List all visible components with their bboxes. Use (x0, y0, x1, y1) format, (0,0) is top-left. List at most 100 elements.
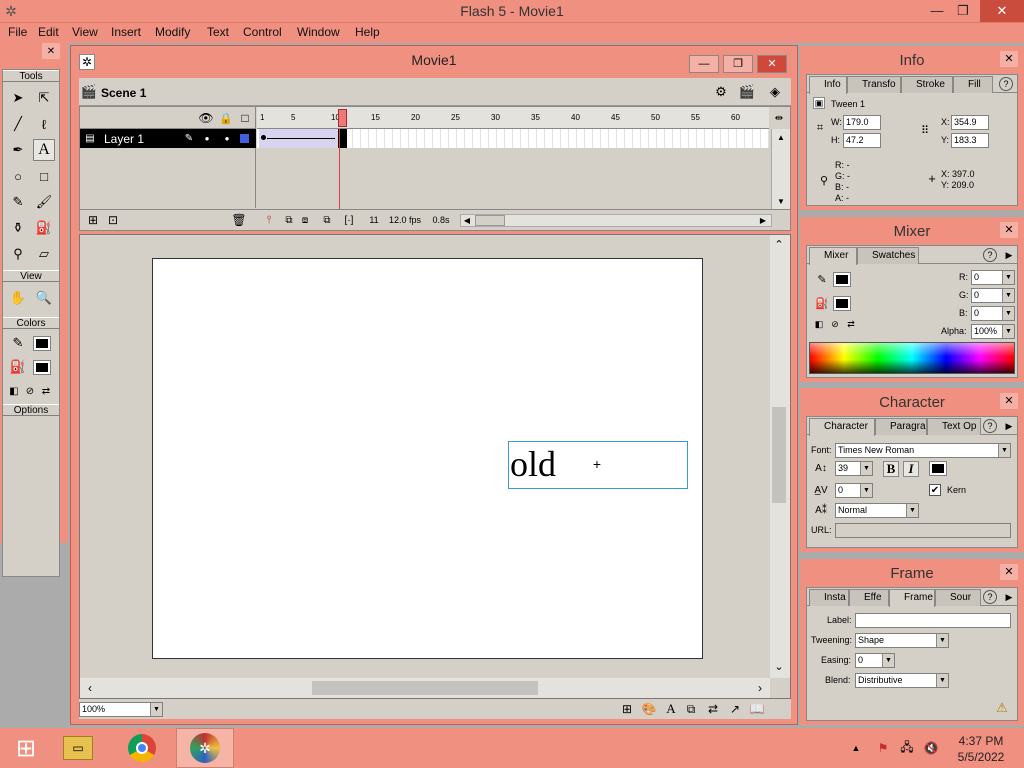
library-launcher-icon[interactable]: 📖 (749, 701, 765, 717)
frame-ruler[interactable]: 1 5 10 15 20 25 30 35 40 45 50 55 60 (257, 107, 769, 129)
clock-date[interactable]: 5/5/2022 (948, 750, 1014, 764)
close-button[interactable]: ✕ (980, 0, 1024, 22)
timeline-vscrollbar[interactable]: ▲ ▼ (771, 129, 790, 209)
center-frame-icon[interactable]: ⫯ (262, 213, 276, 227)
rectangle-tool-icon[interactable]: □ (33, 165, 55, 187)
tracking-field[interactable]: 0 ▼ (835, 483, 873, 498)
mixer-r-field[interactable]: 0 ▼ (971, 270, 1015, 285)
panel-menu-icon[interactable]: ▶ (1003, 590, 1015, 604)
mixer-launcher-icon[interactable]: 🎨 (641, 701, 657, 717)
mixer-panel-close-icon[interactable]: ✕ (1000, 222, 1018, 238)
stage-vscrollbar[interactable]: ⌃ ⌄ (770, 235, 790, 678)
blend-select[interactable]: Distributive ▼ (855, 673, 949, 688)
scroll-right-icon[interactable]: ▶ (757, 215, 769, 226)
modify-onion-markers-icon[interactable]: [·] (342, 213, 356, 227)
add-guide-layer-icon[interactable]: ⊡ (106, 213, 120, 227)
tab-stroke[interactable]: Stroke (901, 76, 953, 93)
stage-hscrollbar[interactable]: ‹ › (80, 678, 770, 698)
stroke-color-swatch[interactable] (33, 336, 51, 351)
help-icon[interactable]: ? (983, 590, 997, 604)
default-colors-icon[interactable]: ◧ (813, 318, 825, 330)
width-field[interactable]: 179.0 (843, 115, 881, 130)
bold-button[interactable]: B (883, 461, 899, 477)
panel-menu-icon[interactable]: ▶ (1003, 248, 1015, 262)
movie-close-button[interactable]: ✕ (757, 55, 787, 73)
easing-field[interactable]: 0 ▼ (855, 653, 895, 668)
text-selection-box[interactable]: old + (508, 441, 688, 489)
mixer-stroke-swatch[interactable] (833, 272, 851, 287)
menu-file[interactable]: File (8, 25, 27, 39)
info-launcher-icon[interactable]: ⊞ (619, 701, 635, 717)
menu-control[interactable]: Control (243, 25, 282, 39)
help-icon[interactable]: ? (983, 248, 997, 262)
shape-tween-span[interactable] (259, 129, 339, 148)
stage-text[interactable]: old (510, 444, 556, 484)
no-color-icon[interactable]: ⊘ (829, 318, 841, 330)
tab-character[interactable]: Character (809, 418, 875, 436)
swap-colors-icon[interactable]: ⇄ (845, 318, 857, 330)
subselect-tool-icon[interactable]: ⇱ (33, 87, 55, 109)
eraser-tool-icon[interactable]: ▱ (33, 243, 55, 265)
info-panel-close-icon[interactable]: ✕ (1000, 51, 1018, 67)
font-select[interactable]: Times New Roman ▼ (835, 443, 1011, 458)
tab-fill[interactable]: Fill (953, 76, 993, 93)
volume-muted-icon[interactable]: 🔇 (922, 740, 940, 756)
paint-bucket-tool-icon[interactable]: ⛽ (33, 217, 55, 239)
mixer-b-field[interactable]: 0 ▼ (971, 306, 1015, 321)
tab-swatches[interactable]: Swatches (857, 247, 919, 264)
menu-view[interactable]: View (72, 25, 98, 39)
brush-tool-icon[interactable]: 🖌 (33, 191, 55, 213)
timeline-menu-icon[interactable]: ⇹ (770, 109, 788, 127)
tab-transform[interactable]: Transfo (847, 76, 901, 93)
lasso-tool-icon[interactable]: ℓ (33, 113, 55, 135)
onion-skin-icon[interactable]: ⧉ (282, 213, 296, 227)
baseline-select[interactable]: Normal ▼ (835, 503, 919, 518)
edit-symbols-icon[interactable]: 🎬 (737, 82, 757, 102)
help-icon[interactable]: ? (999, 77, 1013, 91)
menu-help[interactable]: Help (355, 25, 380, 39)
pencil-tool-icon[interactable]: ✎ (7, 191, 29, 213)
outline-icon[interactable]: □ (238, 111, 252, 125)
stage-scroll-up-icon[interactable]: ⌃ (772, 238, 786, 251)
tray-chevron-up-icon[interactable]: ▲ (850, 742, 862, 754)
tab-paragraph[interactable]: Paragra (875, 418, 927, 435)
taskbar-chrome[interactable] (116, 728, 168, 768)
frame-panel-close-icon[interactable]: ✕ (1000, 564, 1018, 580)
hscroll-thumb[interactable] (475, 215, 505, 226)
font-size-field[interactable]: 39 ▼ (835, 461, 873, 476)
scroll-left-icon[interactable]: ◀ (461, 215, 473, 226)
stage-scroll-right-icon[interactable]: › (754, 681, 766, 695)
layer-row[interactable]: ▤ Layer 1 ✎ ● ● (80, 129, 256, 148)
dropper-tool-icon[interactable]: ⚲ (7, 243, 29, 265)
fill-color-swatch[interactable] (33, 360, 51, 375)
y-field[interactable]: 183.3 (951, 133, 989, 148)
tab-sound[interactable]: Sour (935, 589, 981, 606)
outline-color-icon[interactable] (240, 134, 249, 143)
taskbar-file-explorer[interactable]: ▭ (52, 728, 104, 768)
current-frame[interactable] (339, 129, 347, 148)
maximize-button[interactable]: ❐ (948, 0, 978, 22)
ink-bottle-tool-icon[interactable]: ⚱ (7, 217, 29, 239)
stage-scroll-down-icon[interactable]: ⌄ (772, 660, 786, 673)
action-center-icon[interactable]: ⚑ (874, 740, 892, 756)
italic-button[interactable]: I (903, 461, 919, 477)
help-icon[interactable]: ? (983, 419, 997, 433)
url-field[interactable] (835, 523, 1011, 538)
zoom-tool-icon[interactable]: 🔍 (33, 287, 55, 309)
x-field[interactable]: 354.9 (951, 115, 989, 130)
edit-multiple-frames-icon[interactable]: ⧉ (320, 213, 334, 227)
tab-text-options[interactable]: Text Op (927, 418, 981, 435)
menu-edit[interactable]: Edit (38, 25, 59, 39)
taskbar-flash[interactable]: ✲ (176, 728, 234, 768)
warning-icon[interactable]: ⚠ (993, 700, 1011, 716)
movie-minimize-button[interactable]: — (689, 55, 719, 73)
tab-info[interactable]: Info (809, 76, 847, 94)
scroll-down-icon[interactable]: ▼ (774, 195, 788, 207)
instance-launcher-icon[interactable]: ⧉ (683, 701, 699, 717)
onion-outline-icon[interactable]: ⧈ (298, 213, 312, 227)
network-icon[interactable]: 🖧 (898, 740, 916, 756)
mixer-alpha-field[interactable]: 100% ▼ (971, 324, 1015, 339)
hand-tool-icon[interactable]: ✋ (7, 287, 29, 309)
add-layer-icon[interactable]: ⊞ (86, 213, 100, 227)
zoom-select[interactable]: 100% ▼ (79, 702, 163, 717)
